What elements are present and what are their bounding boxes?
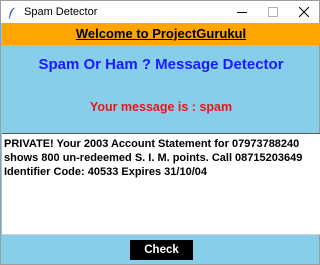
app-window: Spam Detector Welcome to ProjectGurukul … [0, 0, 320, 265]
minimize-icon [237, 12, 247, 13]
result-label: Your message is : spam [89, 100, 233, 114]
close-icon [299, 7, 309, 17]
maximize-icon [268, 7, 278, 17]
minimize-button[interactable] [227, 1, 257, 23]
title-bar: Spam Detector [1, 1, 319, 23]
check-button[interactable]: Check [130, 240, 193, 260]
welcome-text: Welcome to ProjectGurukul [75, 26, 247, 41]
feather-icon [8, 6, 16, 19]
window-title: Spam Detector [24, 6, 98, 18]
app-heading: Spam Or Ham ? Message Detector [38, 56, 284, 73]
maximize-button[interactable] [258, 1, 288, 23]
welcome-banner: Welcome to ProjectGurukul [2, 23, 320, 45]
close-button[interactable] [289, 1, 319, 23]
message-input[interactable]: PRIVATE! Your 2003 Account Statement for… [4, 137, 318, 233]
message-box: PRIVATE! Your 2003 Account Statement for… [2, 133, 320, 235]
